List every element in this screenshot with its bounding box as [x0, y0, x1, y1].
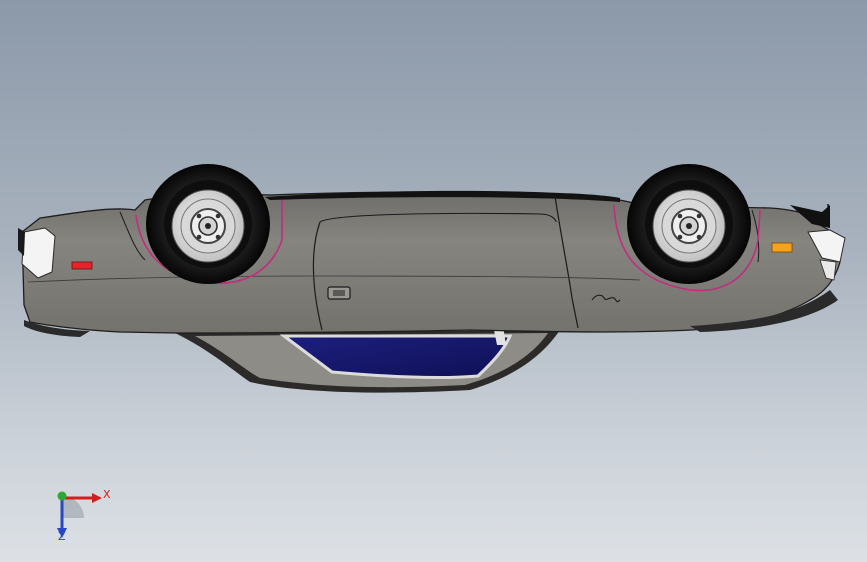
rear-wheel: [146, 164, 270, 284]
x-axis-label: X: [103, 488, 111, 501]
front-wheel: [627, 164, 751, 284]
front-side-marker: [771, 242, 793, 253]
door-handle-recess: [333, 290, 345, 296]
car-model[interactable]: [0, 0, 867, 562]
z-axis-label: Z: [58, 530, 66, 543]
rear-bumper-guard: [18, 228, 25, 256]
graphics-viewport[interactable]: X Z: [0, 0, 867, 562]
reference-triad: X Z: [40, 478, 120, 548]
antenna: [827, 203, 830, 227]
rear-side-marker: [71, 261, 93, 270]
